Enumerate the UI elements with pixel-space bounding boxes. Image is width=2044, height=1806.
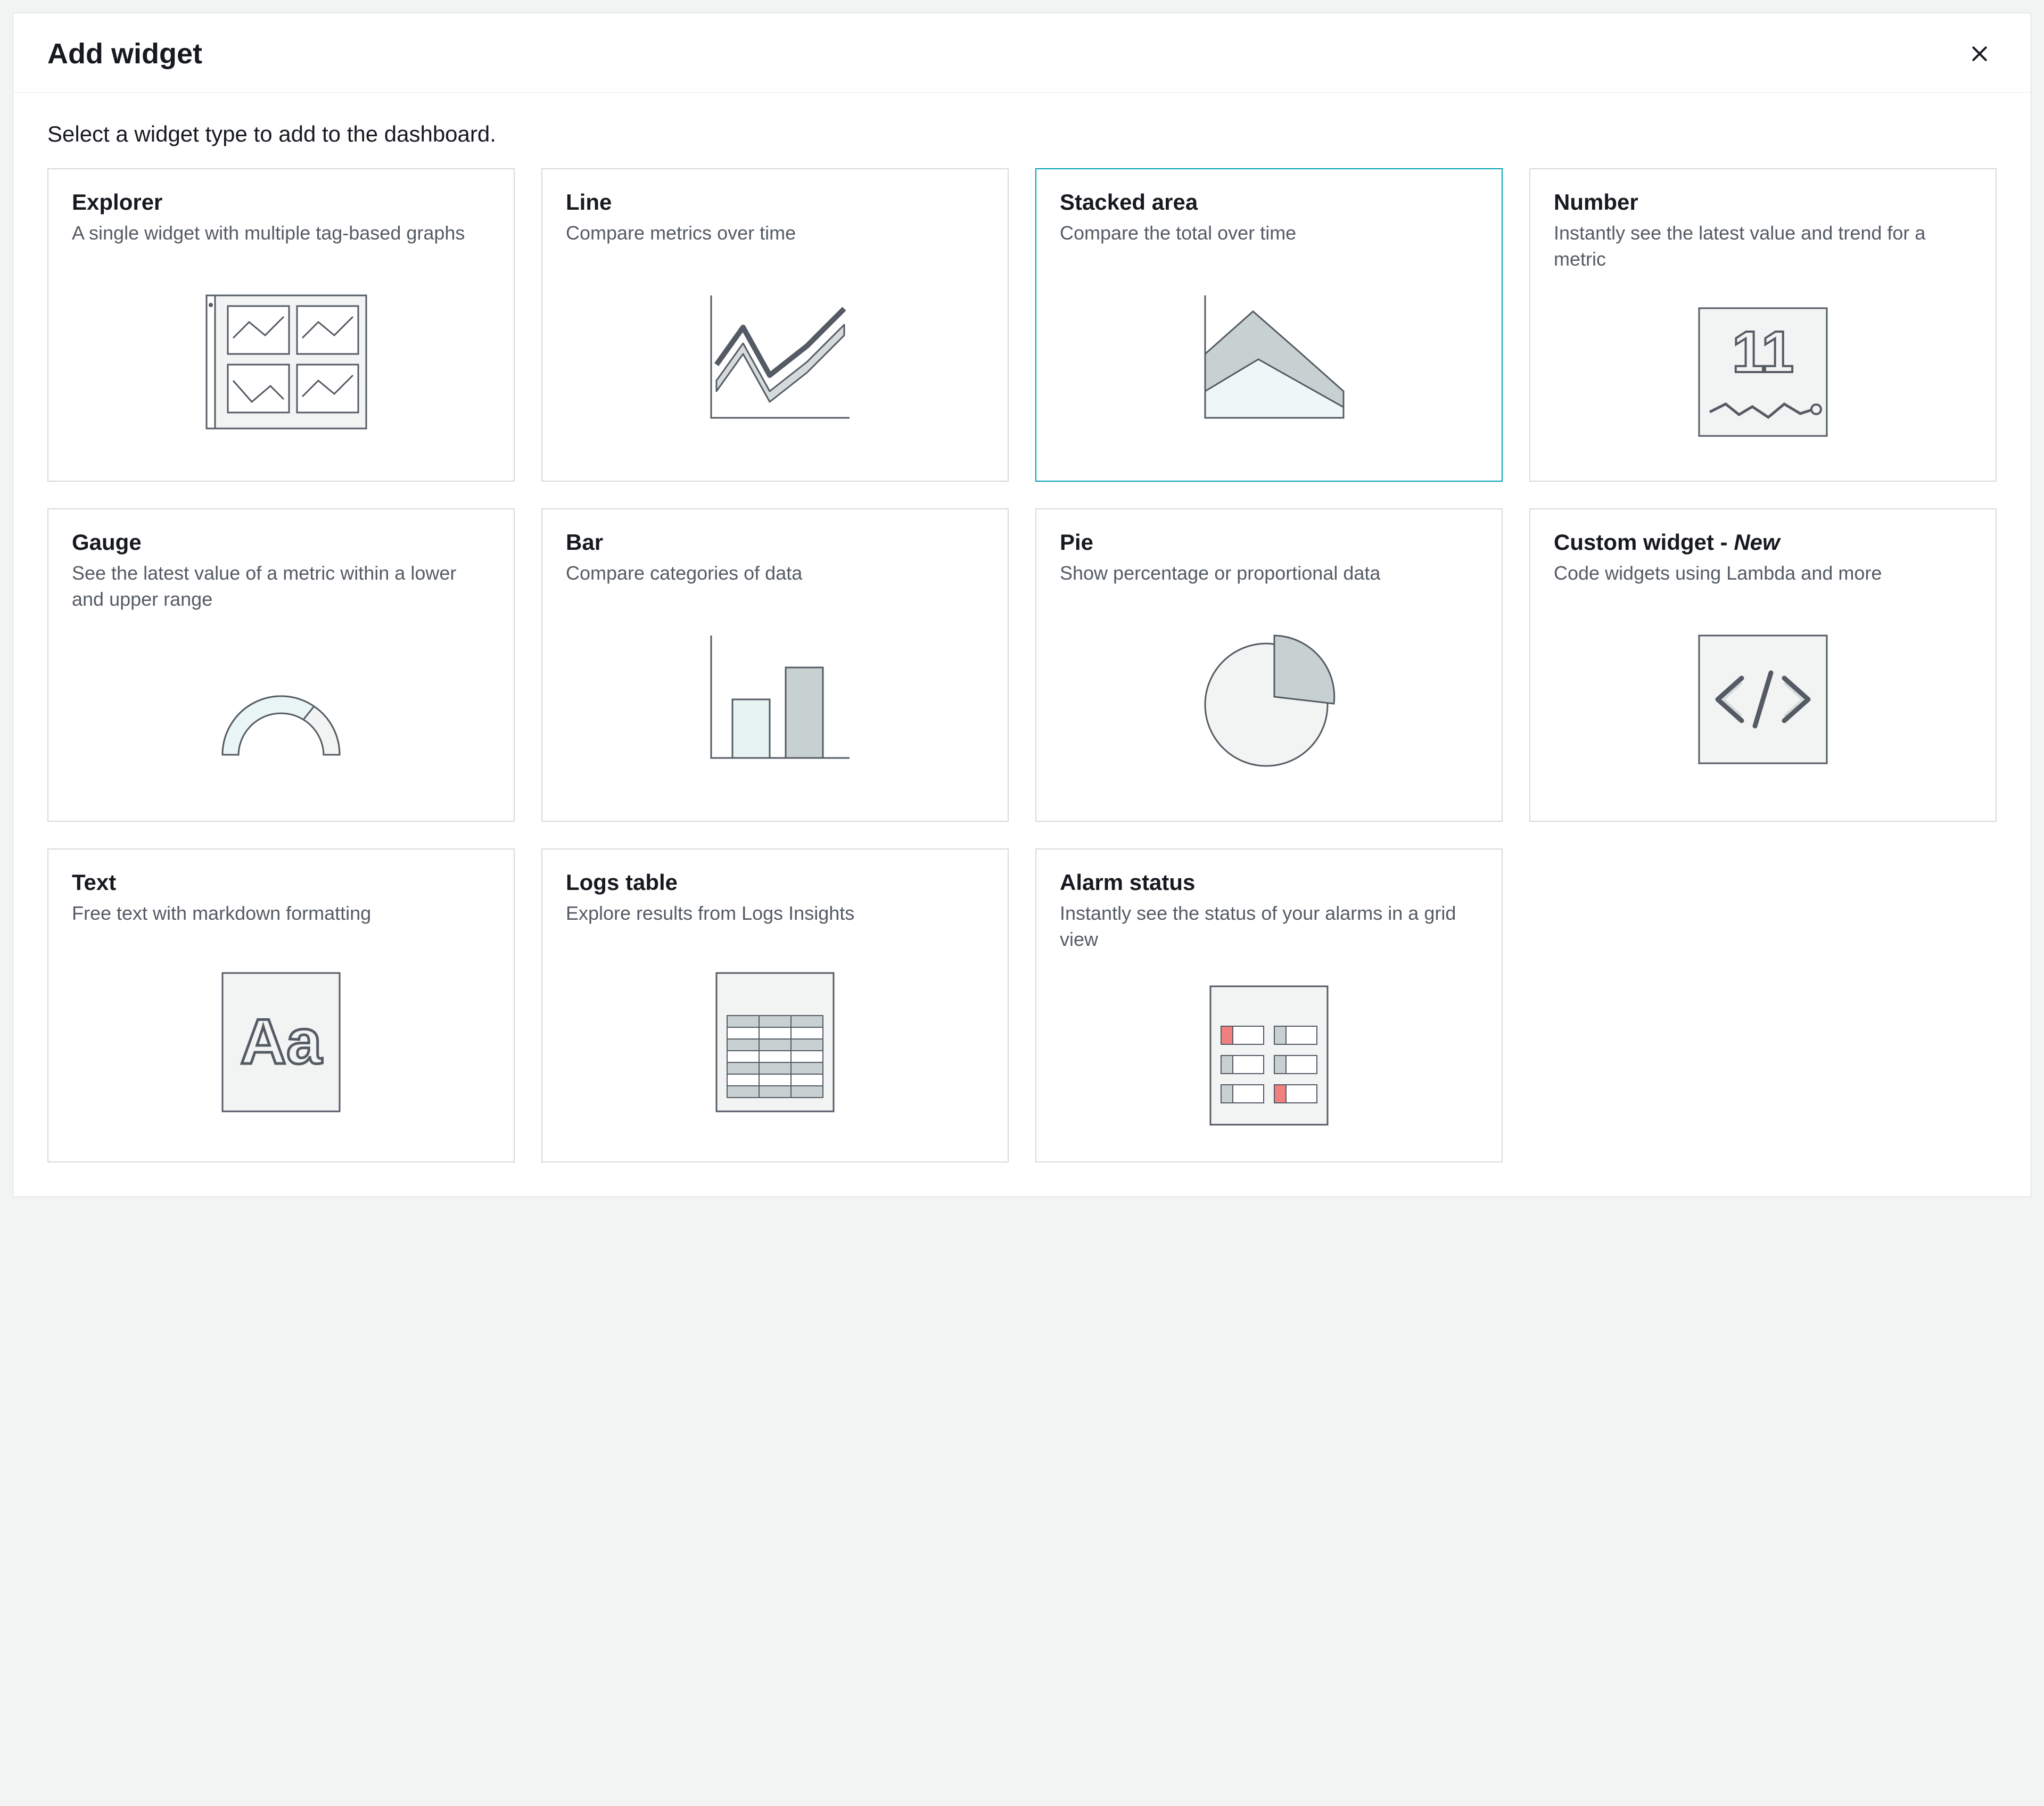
- logs-table-icon: [566, 942, 984, 1138]
- card-title: Stacked area: [1060, 189, 1478, 215]
- stacked-area-icon: [1060, 261, 1478, 458]
- widget-card-explorer[interactable]: Explorer A single widget with multiple t…: [47, 168, 515, 482]
- card-title: Alarm status: [1060, 870, 1478, 895]
- card-title: Custom widget - New: [1554, 530, 1972, 555]
- card-title: Line: [566, 189, 984, 215]
- card-title: Text: [72, 870, 490, 895]
- card-desc: Compare categories of data: [566, 560, 984, 587]
- card-desc: Show percentage or proportional data: [1060, 560, 1478, 587]
- widget-card-custom[interactable]: Custom widget - New Code widgets using L…: [1529, 508, 1997, 822]
- card-desc: Instantly see the latest value and trend…: [1554, 220, 1972, 272]
- card-desc: Compare the total over time: [1060, 220, 1478, 246]
- text-icon: Aa: [72, 942, 490, 1138]
- widget-card-text[interactable]: Text Free text with markdown formatting …: [47, 848, 515, 1162]
- bar-chart-icon: [566, 601, 984, 798]
- pie-chart-icon: [1060, 601, 1478, 798]
- widget-card-bar[interactable]: Bar Compare categories of data: [541, 508, 1009, 822]
- card-title: Bar: [566, 530, 984, 555]
- card-desc: Free text with markdown formatting: [72, 901, 490, 927]
- prompt-text: Select a widget type to add to the dashb…: [47, 121, 1997, 147]
- svg-text:11: 11: [1732, 319, 1794, 385]
- modal-title: Add widget: [47, 37, 202, 70]
- widget-card-number[interactable]: Number Instantly see the latest value an…: [1529, 168, 1997, 482]
- explorer-icon: [72, 261, 490, 458]
- new-badge: New: [1734, 530, 1779, 555]
- card-desc: See the latest value of a metric within …: [72, 560, 490, 612]
- widget-card-alarm-status[interactable]: Alarm status Instantly see the status of…: [1035, 848, 1503, 1162]
- card-title: Gauge: [72, 530, 490, 555]
- card-desc: Compare metrics over time: [566, 220, 984, 246]
- close-icon: [1969, 43, 1990, 64]
- widget-card-logs-table[interactable]: Logs table Explore results from Logs Ins…: [541, 848, 1009, 1162]
- card-title-text: Custom widget -: [1554, 530, 1734, 555]
- number-icon: 11: [1554, 287, 1972, 457]
- card-desc: A single widget with multiple tag-based …: [72, 220, 490, 246]
- widget-card-line[interactable]: Line Compare metrics over time: [541, 168, 1009, 482]
- modal-body: Select a widget type to add to the dashb…: [13, 93, 2031, 1197]
- gauge-icon: [72, 627, 490, 797]
- card-title: Number: [1554, 189, 1972, 215]
- card-title: Explorer: [72, 189, 490, 215]
- alarm-status-icon: [1060, 968, 1478, 1138]
- line-chart-icon: [566, 261, 984, 458]
- code-icon: [1554, 601, 1972, 798]
- svg-text:Aa: Aa: [240, 1006, 323, 1077]
- close-button[interactable]: [1963, 37, 1997, 71]
- widget-card-stacked-area[interactable]: Stacked area Compare the total over time: [1035, 168, 1503, 482]
- card-title: Pie: [1060, 530, 1478, 555]
- card-desc: Code widgets using Lambda and more: [1554, 560, 1972, 587]
- card-title: Logs table: [566, 870, 984, 895]
- widget-card-pie[interactable]: Pie Show percentage or proportional data: [1035, 508, 1503, 822]
- add-widget-modal: Add widget Select a widget type to add t…: [13, 13, 2031, 1197]
- card-desc: Explore results from Logs Insights: [566, 901, 984, 927]
- modal-header: Add widget: [13, 13, 2031, 93]
- widget-card-gauge[interactable]: Gauge See the latest value of a metric w…: [47, 508, 515, 822]
- card-desc: Instantly see the status of your alarms …: [1060, 901, 1478, 952]
- widget-grid: Explorer A single widget with multiple t…: [47, 168, 1997, 1162]
